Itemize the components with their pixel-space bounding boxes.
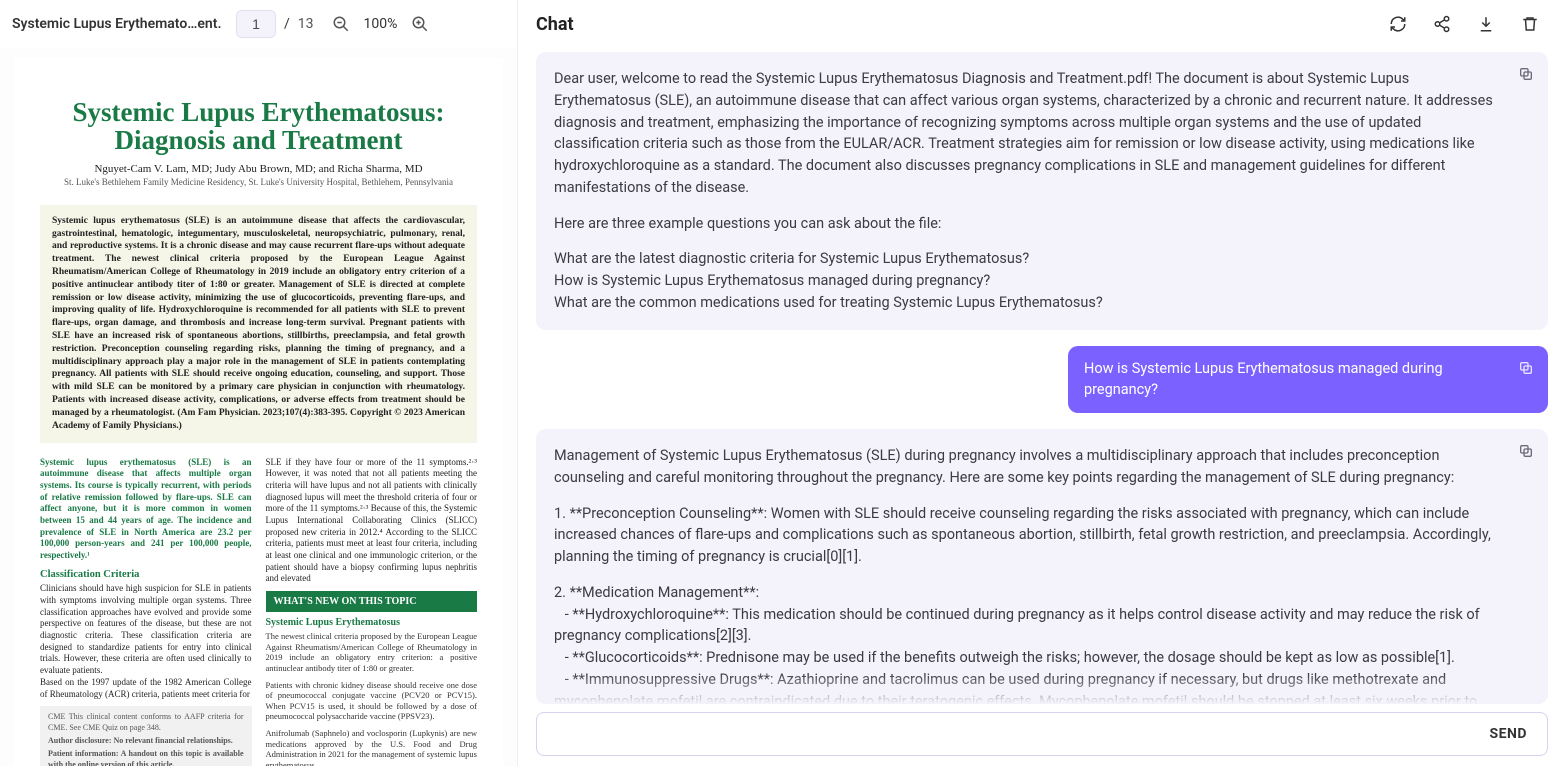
assistant-message: Dear user, welcome to read the Systemic … xyxy=(536,52,1548,330)
page-separator: / xyxy=(284,16,290,32)
chat-input-container: SEND xyxy=(536,712,1548,756)
pdf-body-text: Based on the 1997 update of the 1982 Ame… xyxy=(40,677,252,699)
whatsnew-header: WHAT'S NEW ON THIS TOPIC xyxy=(266,591,478,612)
trash-icon[interactable] xyxy=(1516,10,1544,38)
download-icon[interactable] xyxy=(1472,10,1500,38)
chat-scroll-area[interactable]: Dear user, welcome to read the Systemic … xyxy=(518,48,1566,704)
pdf-toolbar: Systemic Lupus Erythemato…ent.pdf / 13 1… xyxy=(0,0,517,48)
pdf-body-text: Clinicians should have high suspicion fo… xyxy=(40,583,252,675)
page-total: 13 xyxy=(298,16,314,32)
message-text: - **Glucocorticoids**: Prednisone may be… xyxy=(554,647,1508,669)
chat-input[interactable] xyxy=(551,713,1476,755)
message-text: 2. **Medication Management**: xyxy=(554,582,1508,604)
share-icon[interactable] xyxy=(1428,10,1456,38)
copy-icon[interactable] xyxy=(1514,356,1538,380)
pdf-body-text: Systemic lupus erythematosus (SLE) is an… xyxy=(40,457,252,561)
message-text: - **Immunosuppressive Drugs**: Azathiopr… xyxy=(554,669,1508,704)
page-number-input[interactable] xyxy=(236,10,276,38)
zoom-in-icon[interactable] xyxy=(407,11,433,37)
pdf-institution: St. Luke's Bethlehem Family Medicine Res… xyxy=(40,177,477,187)
message-text: How is Systemic Lupus Erythematosus mana… xyxy=(1084,360,1443,399)
pdf-cme-box: CME This clinical content conforms to AA… xyxy=(40,706,252,766)
suggested-question[interactable]: How is Systemic Lupus Erythematosus mana… xyxy=(554,270,1508,292)
user-message: How is Systemic Lupus Erythematosus mana… xyxy=(1068,346,1548,414)
pdf-page: Systemic Lupus Erythematosus: Diagnosis … xyxy=(14,58,503,766)
copy-icon[interactable] xyxy=(1514,62,1538,86)
message-text: Dear user, welcome to read the Systemic … xyxy=(554,68,1508,199)
refresh-icon[interactable] xyxy=(1384,10,1412,38)
message-text: 1. **Preconception Counseling**: Women w… xyxy=(554,503,1508,568)
suggested-question[interactable]: What are the latest diagnostic criteria … xyxy=(554,248,1508,270)
whatsnew-body: Patients with chronic kidney disease sho… xyxy=(266,680,478,723)
message-text: Here are three example questions you can… xyxy=(554,213,1508,235)
message-text: - **Hydroxychloroquine**: This medicatio… xyxy=(554,604,1508,648)
pdf-abstract: Systemic lupus erythematosus (SLE) is an… xyxy=(40,205,477,443)
pdf-body-text: SLE if they have four or more of the 11 … xyxy=(266,457,478,584)
whatsnew-title: Systemic Lupus Erythematosus xyxy=(266,616,478,629)
pdf-title: Systemic Lupus Erythematosus: Diagnosis … xyxy=(40,98,477,155)
pdf-viewport[interactable]: Systemic Lupus Erythematosus: Diagnosis … xyxy=(0,48,517,766)
copy-icon[interactable] xyxy=(1514,439,1538,463)
chat-title: Chat xyxy=(536,14,574,35)
section-heading-classification: Classification Criteria xyxy=(40,568,252,582)
whatsnew-body: Anifrolumab (Saphnelo) and voclosporin (… xyxy=(266,728,478,766)
message-text: Management of Systemic Lupus Erythematos… xyxy=(554,445,1508,489)
assistant-message: Management of Systemic Lupus Erythematos… xyxy=(536,429,1548,704)
send-button[interactable]: SEND xyxy=(1476,718,1541,750)
pdf-authors: Nguyet-Cam V. Lam, MD; Judy Abu Brown, M… xyxy=(40,163,477,175)
pdf-filename: Systemic Lupus Erythemato…ent.pdf xyxy=(12,16,222,32)
suggested-question[interactable]: What are the common medications used for… xyxy=(554,292,1508,314)
whatsnew-body: The newest clinical criteria proposed by… xyxy=(266,631,478,674)
zoom-percent: 100% xyxy=(364,16,398,32)
zoom-out-icon[interactable] xyxy=(328,11,354,37)
